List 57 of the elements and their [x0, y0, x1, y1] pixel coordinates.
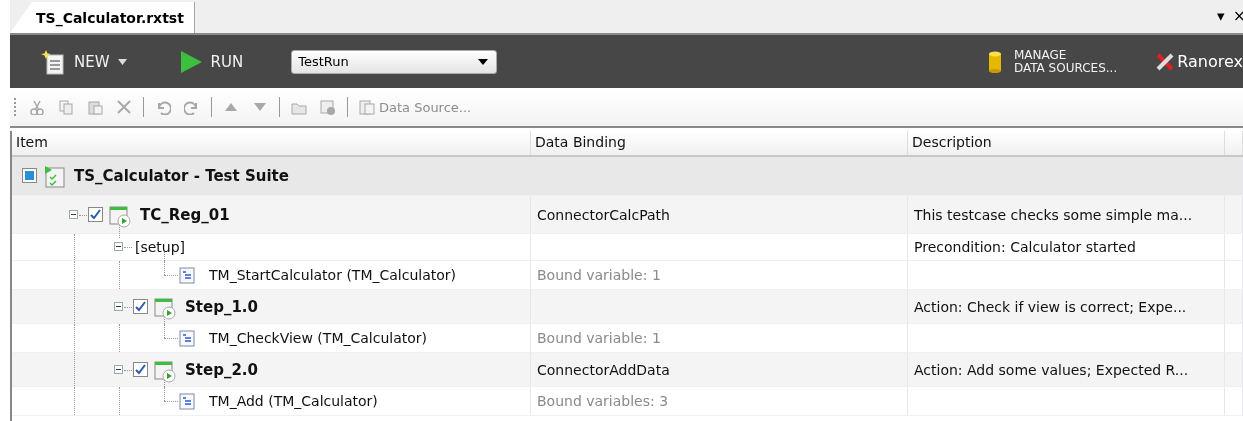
column-header[interactable]: Description	[908, 131, 1225, 155]
database-icon	[987, 50, 1002, 73]
module-icon	[179, 330, 195, 347]
collapse-icon[interactable]	[114, 364, 123, 374]
module-icon	[179, 267, 195, 284]
binding-cell: ConnectorAddData	[537, 361, 670, 378]
test-case-icon	[108, 203, 132, 228]
binding-cell: Bound variable: 1	[537, 330, 661, 346]
paste-icon	[87, 99, 103, 115]
data-source-icon	[359, 99, 375, 115]
binding-cell: Bound variable: 1	[537, 267, 661, 283]
checkbox[interactable]	[88, 206, 103, 222]
binding-cell: Bound variables: 3	[537, 393, 669, 409]
checkbox[interactable]	[133, 298, 148, 314]
column-header[interactable]: Item	[12, 131, 531, 155]
redo-icon	[184, 99, 200, 115]
dropdown-button[interactable]: ▾	[1211, 7, 1227, 33]
tree-item-label[interactable]: [setup]	[135, 239, 186, 255]
tree-item-label[interactable]: TS_Calculator - Test Suite	[74, 167, 289, 185]
new-document-icon	[40, 48, 66, 75]
test-suite-icon	[42, 165, 66, 189]
close-button[interactable]: ×	[1227, 7, 1243, 33]
description-cell: Precondition: Calculator started	[914, 239, 1136, 255]
tree-item-label[interactable]: TM_CheckView (TM_Calculator)	[209, 330, 428, 346]
collapse-icon[interactable]	[114, 242, 123, 251]
collapse-icon[interactable]	[114, 301, 123, 311]
caret-icon	[478, 58, 489, 65]
module-icon	[179, 393, 195, 410]
description-cell: Action: Check if view is correct; Expe...	[914, 298, 1187, 315]
column-header[interactable]: Data Binding	[531, 131, 908, 155]
tree-item-label[interactable]: Step_2.0	[185, 360, 258, 379]
test-case-icon	[153, 358, 177, 383]
run-config-dropdown[interactable]: TestRun	[291, 49, 498, 74]
manage-data-sources-button[interactable]: MANAGE DATA SOURCES...	[983, 46, 1122, 77]
scissors-icon	[29, 99, 45, 115]
new-button[interactable]: NEW	[36, 46, 131, 77]
undo-icon	[155, 99, 171, 115]
description-cell: This testcase checks some simple ma...	[914, 206, 1193, 223]
description-cell: Action: Add some values; Expected R...	[914, 361, 1189, 378]
binding-cell: ConnectorCalcPath	[537, 206, 670, 223]
brand-logo: Ranorex	[1177, 52, 1243, 71]
document-tab[interactable]: TS_Calculator.rxtst	[10, 2, 195, 33]
tree-item-label[interactable]: Step_1.0	[185, 297, 258, 316]
checkbox[interactable]	[133, 361, 148, 377]
copy-icon	[58, 99, 74, 115]
run-module-icon	[320, 99, 336, 115]
run-button[interactable]: RUN	[174, 47, 248, 76]
play-icon	[178, 49, 203, 74]
logo-icon	[1155, 51, 1176, 72]
collapse-icon[interactable]	[69, 209, 78, 219]
caret-icon	[117, 58, 127, 65]
tree-item-label[interactable]: TC_Reg_01	[140, 205, 230, 224]
test-case-icon	[153, 295, 177, 320]
checkbox[interactable]	[22, 168, 37, 183]
tree-item-label[interactable]: TM_Add (TM_Calculator)	[209, 393, 378, 409]
delete-icon	[116, 99, 132, 115]
tree-item-label[interactable]: TM_StartCalculator (TM_Calculator)	[209, 267, 457, 283]
